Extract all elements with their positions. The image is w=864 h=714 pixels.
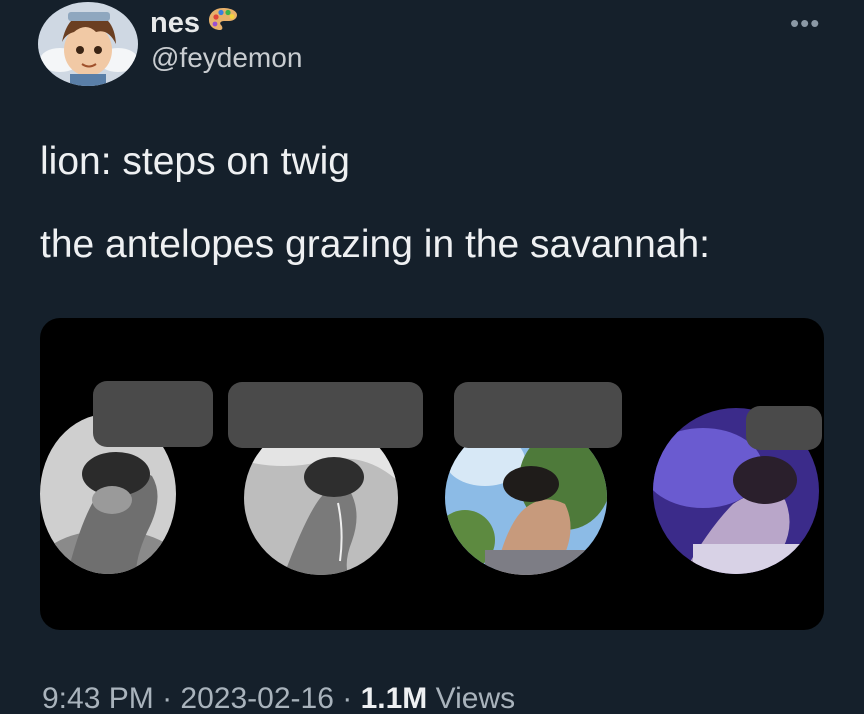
tweet-text-line-2: the antelopes grazing in the savannah: [40, 223, 710, 266]
ellipsis-icon[interactable]: ••• [790, 8, 820, 39]
separator: · [162, 682, 173, 714]
views-count[interactable]: 1.1M [361, 682, 428, 714]
user-handle[interactable]: @feydemon [151, 42, 302, 74]
display-name[interactable]: nes [150, 6, 238, 40]
tweet-date[interactable]: 2023-02-16 [180, 682, 333, 714]
redaction-box-3 [454, 382, 622, 448]
tweet-time[interactable]: 9:43 PM [42, 682, 154, 714]
tweet-media[interactable] [40, 318, 824, 630]
tweet-text-line-1: lion: steps on twig [40, 140, 351, 183]
views-label: Views [435, 682, 516, 714]
tweet-card: nes @feydemon ••• lion: steps on twig th… [0, 0, 864, 714]
display-name-text: nes [150, 6, 200, 39]
redaction-box-2 [228, 382, 423, 448]
redaction-box-1 [93, 381, 213, 447]
avatar[interactable] [38, 2, 138, 86]
palette-icon [208, 6, 238, 40]
redaction-box-4 [746, 406, 822, 450]
tweet-meta: 9:43 PM · 2023-02-16 · 1.1M Views [42, 682, 515, 714]
separator: · [342, 682, 353, 714]
